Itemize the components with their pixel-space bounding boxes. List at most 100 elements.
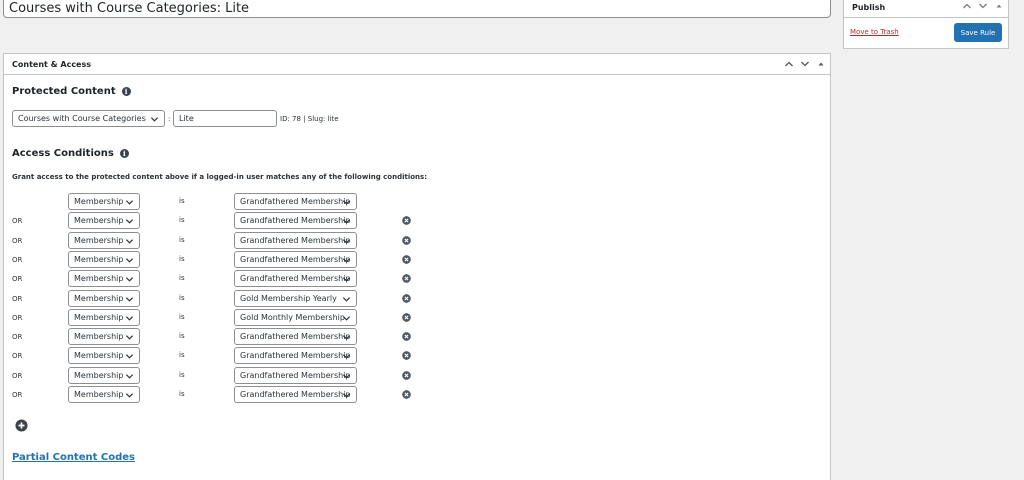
content-access-metabox: Content & Access Protected Content i Cou… (3, 53, 831, 480)
add-circle-icon[interactable] (15, 419, 28, 432)
condition-value: Grandfathered Membership (240, 370, 351, 380)
chevron-down-icon (125, 354, 134, 360)
condition-field-select[interactable]: Membership (68, 231, 140, 249)
condition-operator: is (179, 274, 185, 283)
condition-value-select[interactable]: Grandfathered Membership (234, 250, 357, 268)
condition-operator: is (179, 197, 185, 205)
access-conditions-description: Grant access to the protected content ab… (12, 173, 428, 181)
condition-value-select[interactable]: Grandfathered Membership (234, 347, 357, 365)
remove-circle-icon[interactable] (402, 216, 411, 226)
condition-field-value: Membership (74, 312, 124, 322)
condition-operator: is (179, 293, 185, 302)
condition-field-select[interactable]: Membership (68, 366, 140, 384)
chevron-down-icon[interactable] (800, 59, 810, 69)
partial-content-codes-link[interactable]: Partial Content Codes (12, 452, 135, 463)
remove-circle-icon[interactable] (402, 274, 411, 284)
chevron-down-icon (342, 219, 351, 224)
condition-field-value: Membership (74, 216, 124, 226)
condition-value: Gold Membership Yearly (240, 293, 337, 303)
chevron-down-icon (125, 393, 134, 398)
condition-prefix: OR (12, 217, 23, 226)
condition-value-select[interactable]: Grandfathered Membership (234, 328, 357, 346)
condition-field-select[interactable]: Membership (68, 328, 140, 346)
chevron-up-icon[interactable] (962, 1, 972, 11)
condition-value: Grandfathered Membership (240, 197, 351, 206)
toggle-arrow-icon[interactable] (816, 59, 826, 69)
condition-field-select[interactable]: Membership (68, 250, 140, 268)
condition-field-select[interactable]: Membership (68, 289, 140, 307)
condition-operator: is (179, 332, 185, 341)
condition-value-select[interactable]: Grandfathered Membership (234, 386, 357, 403)
chevron-down-icon (125, 296, 134, 302)
condition-field-select[interactable]: Membership (68, 308, 140, 326)
metabox-header: Content & Access (4, 54, 830, 75)
remove-circle-icon[interactable] (402, 332, 411, 341)
condition-operator: is (179, 216, 185, 225)
condition-prefix: OR (12, 333, 23, 342)
condition-prefix: OR (12, 371, 23, 380)
remove-circle-icon[interactable] (402, 293, 411, 303)
remove-circle-icon[interactable] (402, 235, 411, 245)
condition-field-value: Membership (74, 390, 124, 399)
chevron-down-icon (125, 335, 134, 340)
condition-operator: is (179, 370, 185, 379)
condition-value-select[interactable]: Grandfathered Membership (234, 366, 357, 384)
remove-circle-icon[interactable] (402, 390, 411, 399)
condition-value-select[interactable]: Grandfathered Membership (234, 212, 357, 230)
condition-field-value: Membership (74, 370, 124, 380)
term-meta: ID: 78 | Slug: lite (280, 115, 339, 123)
condition-field-select[interactable]: Membership (68, 386, 140, 403)
move-to-trash-link[interactable]: Move to Trash (850, 28, 899, 36)
condition-operator: is (179, 312, 185, 321)
chevron-down-icon (342, 373, 351, 379)
chevron-down-icon (342, 296, 351, 302)
condition-field-select[interactable]: Membership (68, 193, 140, 210)
chevron-down-icon (125, 200, 134, 205)
publish-header-controls (962, 1, 1004, 11)
chevron-down-icon[interactable] (978, 1, 988, 11)
condition-prefix: OR (12, 255, 23, 264)
publish-title: Publish (852, 2, 886, 12)
toggle-arrow-icon[interactable] (994, 1, 1004, 11)
info-icon[interactable]: i (121, 87, 131, 96)
condition-prefix: OR (12, 236, 23, 245)
protected-content-separator: : (168, 115, 171, 123)
chevron-down-icon (125, 219, 134, 224)
condition-value-select[interactable]: Grandfathered Membership (234, 193, 357, 210)
condition-prefix: OR (12, 294, 23, 303)
post-title-input[interactable]: Courses with Course Categories: Lite (3, 0, 831, 18)
content-type-select[interactable]: Courses with Course Categories (12, 110, 165, 127)
condition-field-select[interactable]: Membership (68, 270, 140, 288)
condition-operator: is (179, 351, 185, 360)
access-conditions-title: Access Conditions (12, 148, 114, 159)
condition-value: Grandfathered Membership (240, 216, 351, 226)
chevron-down-icon (150, 117, 159, 122)
remove-circle-icon[interactable] (402, 370, 411, 380)
condition-value-select[interactable]: Grandfathered Membership (234, 231, 357, 249)
chevron-down-icon (125, 258, 134, 263)
remove-circle-icon[interactable] (402, 255, 411, 264)
save-rule-button[interactable]: Save Rule (954, 23, 1002, 42)
condition-field-select[interactable]: Membership (68, 347, 140, 365)
chevron-down-icon (125, 316, 134, 321)
chevron-up-icon[interactable] (784, 59, 794, 69)
condition-value: Grandfathered Membership (240, 274, 351, 284)
chevron-down-icon (342, 277, 351, 282)
metabox-header-controls (784, 59, 826, 69)
condition-prefix: OR (12, 275, 23, 284)
chevron-down-icon (125, 373, 134, 379)
publish-header: Publish (844, 0, 1008, 18)
protected-content-title: Protected Content (12, 86, 116, 97)
info-icon[interactable]: i (119, 149, 129, 158)
condition-prefix: OR (12, 313, 23, 322)
condition-field-select[interactable]: Membership (68, 212, 140, 230)
condition-value-select[interactable]: Gold Membership Yearly (234, 289, 357, 307)
remove-circle-icon[interactable] (402, 351, 411, 361)
access-conditions-heading: Access Conditions i (12, 148, 129, 159)
condition-value-select[interactable]: Grandfathered Membership (234, 270, 357, 288)
chevron-down-icon (342, 200, 351, 205)
condition-value: Grandfathered Membership (240, 254, 351, 264)
remove-circle-icon[interactable] (402, 312, 411, 322)
condition-value-select[interactable]: Gold Monthly Membership (234, 308, 357, 326)
term-input[interactable]: Lite (173, 110, 277, 127)
